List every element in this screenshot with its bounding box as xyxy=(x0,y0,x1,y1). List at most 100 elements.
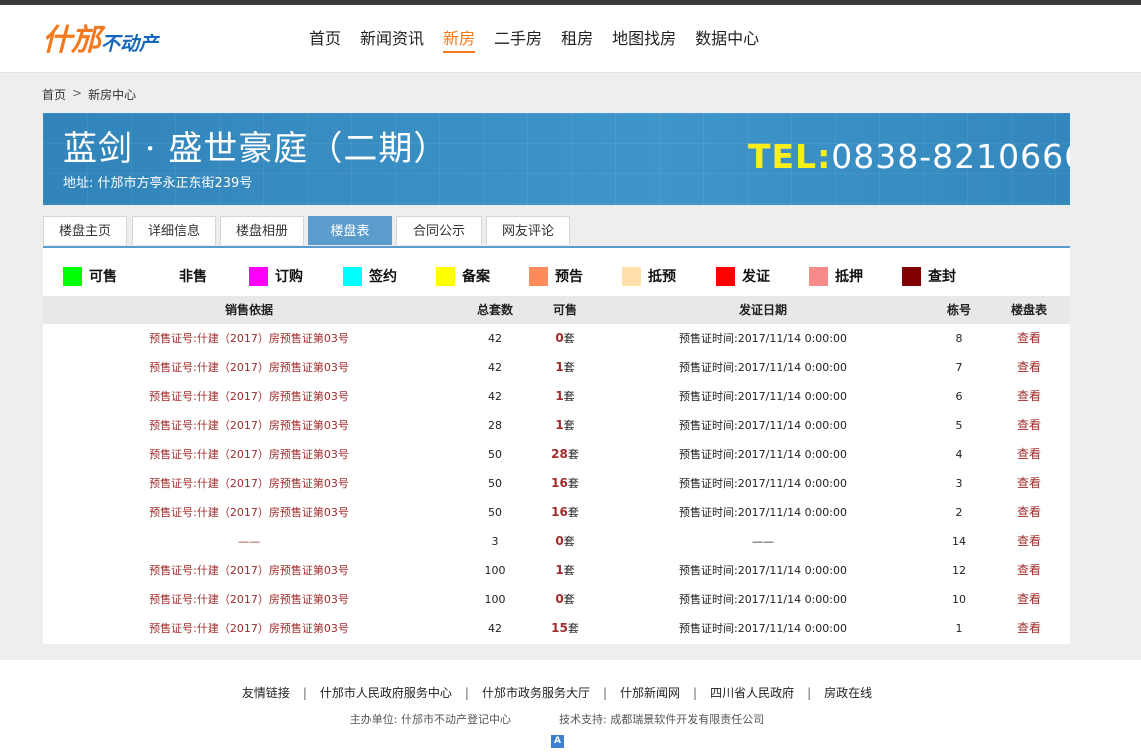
unit-label: 套 xyxy=(563,361,575,374)
issue-date: 预售证时间:2017/11/14 0:00:00 xyxy=(678,419,847,432)
nav-second-hand[interactable]: 二手房 xyxy=(494,27,542,51)
available-count: 15 xyxy=(551,621,568,635)
legend-swatch xyxy=(529,266,548,286)
nav-news[interactable]: 新闻资讯 xyxy=(360,27,424,51)
table-row: 预售证号:什建（2017）房预售证第03号 42 1套 预售证时间:2017/1… xyxy=(43,353,1070,382)
view-link[interactable]: 查看 xyxy=(999,324,1059,353)
issue-date: 预售证时间:2017/11/14 0:00:00 xyxy=(678,564,847,577)
footer-link[interactable]: 四川省人民政府 xyxy=(710,686,794,700)
issue-date: —— xyxy=(752,535,774,548)
table-header: 销售依据 总套数 可售 发证日期 栋号 楼盘表 xyxy=(43,296,1070,324)
breadcrumb-current[interactable]: 新房中心 xyxy=(88,86,136,103)
sales-basis-link[interactable]: 预售证号:什建（2017）房预售证第03号 xyxy=(43,585,455,614)
nav-data-center[interactable]: 数据中心 xyxy=(695,27,759,51)
view-link[interactable]: 查看 xyxy=(999,585,1059,614)
sales-basis-link[interactable]: 预售证号:什建（2017）房预售证第03号 xyxy=(43,382,455,411)
tab-contracts[interactable]: 合同公示 xyxy=(396,216,482,245)
view-link[interactable]: 查看 xyxy=(999,527,1059,556)
unit-label: 套 xyxy=(563,593,575,606)
breadcrumb-separator: > xyxy=(72,86,83,100)
building-number: 4 xyxy=(955,448,963,461)
footer-links-title: 友情链接 xyxy=(241,686,290,700)
sales-basis-link[interactable]: 预售证号:什建（2017）房预售证第03号 xyxy=(43,324,455,353)
header-issue-date: 发证日期 xyxy=(738,303,787,317)
tab-details[interactable]: 详细信息 xyxy=(132,216,216,245)
view-link[interactable]: 查看 xyxy=(999,440,1059,469)
table-row: 预售证号:什建（2017）房预售证第03号 42 1套 预售证时间:2017/1… xyxy=(43,382,1070,411)
sales-basis-link[interactable]: 预售证号:什建（2017）房预售证第03号 xyxy=(43,498,455,527)
view-link[interactable]: 查看 xyxy=(999,382,1059,411)
tab-project-home[interactable]: 楼盘主页 xyxy=(43,216,127,245)
table-row: 预售证号:什建（2017）房预售证第03号 50 16套 预售证时间:2017/… xyxy=(43,469,1070,498)
available-count: 1 xyxy=(555,563,564,577)
footer-separator: | xyxy=(693,686,698,700)
available-units: 0套 xyxy=(535,527,595,556)
footer-links: 友情链接 | 什邡市人民政府服务中心 | 什邡市政务服务大厅 | 什邡新闻网 | 四川省人民政府… xyxy=(0,684,1114,701)
sales-basis-link[interactable]: 预售证号:什建（2017）房预售证第03号 xyxy=(43,556,455,585)
legend-item: 抵押 xyxy=(809,266,863,286)
legend-label: 预告 xyxy=(555,269,583,285)
sales-basis-link[interactable]: 预售证号:什建（2017）房预售证第03号 xyxy=(43,440,455,469)
total-units: 42 xyxy=(488,622,502,635)
unit-label: 套 xyxy=(567,448,579,461)
total-units: 42 xyxy=(488,332,502,345)
nav-new-homes[interactable]: 新房 xyxy=(443,27,476,53)
view-link[interactable]: 查看 xyxy=(999,353,1059,382)
nav-home[interactable]: 首页 xyxy=(309,27,341,51)
certification-badge-icon[interactable]: A xyxy=(551,735,564,748)
site-logo[interactable]: 什邡 不动产 xyxy=(42,19,158,59)
available-units: 15套 xyxy=(535,614,595,643)
sales-basis-link[interactable]: 预售证号:什建（2017）房预售证第03号 xyxy=(43,411,455,440)
footer-link[interactable]: 什邡市人民政府服务中心 xyxy=(320,686,452,700)
table-row: 预售证号:什建（2017）房预售证第03号 28 1套 预售证时间:2017/1… xyxy=(43,411,1070,440)
footer-link[interactable]: 什邡市政务服务大厅 xyxy=(482,686,590,700)
tab-building-table[interactable]: 楼盘表 xyxy=(308,216,392,245)
view-link[interactable]: 查看 xyxy=(999,556,1059,585)
total-units: 3 xyxy=(491,535,499,548)
tab-comments[interactable]: 网友评论 xyxy=(486,216,570,245)
available-units: 1套 xyxy=(535,353,595,382)
sales-basis-link[interactable]: 预售证号:什建（2017）房预售证第03号 xyxy=(43,469,455,498)
legend-label: 发证 xyxy=(742,269,770,285)
header-total-units: 总套数 xyxy=(476,303,513,317)
view-link[interactable]: 查看 xyxy=(999,614,1059,643)
legend-label: 非售 xyxy=(179,269,207,285)
footer-separator: | xyxy=(602,686,608,700)
building-number: 5 xyxy=(955,419,963,432)
legend-swatch xyxy=(343,266,362,286)
available-count: 1 xyxy=(555,360,564,374)
available-units: 16套 xyxy=(535,498,595,527)
total-units: 50 xyxy=(488,506,502,519)
issue-date: 预售证时间:2017/11/14 0:00:00 xyxy=(678,622,847,635)
view-link[interactable]: 查看 xyxy=(999,469,1059,498)
site-header: 什邡 不动产 首页 新闻资讯 新房 二手房 租房 地图找房 数据中心 xyxy=(0,5,1141,73)
legend-label: 可售 xyxy=(89,269,117,285)
nav-rent[interactable]: 租房 xyxy=(561,27,593,51)
unit-label: 套 xyxy=(563,419,575,432)
nav-map-search[interactable]: 地图找房 xyxy=(612,27,676,51)
building-number: 6 xyxy=(955,390,963,403)
legend-swatch xyxy=(902,266,921,286)
view-link[interactable]: 查看 xyxy=(999,411,1059,440)
building-table-panel: 可售 非售 订购 签约 备案 预告 抵预 发证 抵押 查封 销售依据 总套数 可… xyxy=(43,248,1070,644)
footer-link[interactable]: 房政在线 xyxy=(824,686,872,700)
table-row: 预售证号:什建（2017）房预售证第03号 100 0套 预售证时间:2017/… xyxy=(43,585,1070,614)
breadcrumb: 首页 > 新房中心 xyxy=(42,86,136,103)
available-count: 1 xyxy=(555,389,564,403)
project-title: 蓝剑 · 盛世豪庭（二期） xyxy=(63,129,449,169)
legend-label: 抵预 xyxy=(648,269,676,285)
view-link[interactable]: 查看 xyxy=(999,498,1059,527)
sales-basis-link[interactable]: 预售证号:什建（2017）房预售证第03号 xyxy=(43,614,455,643)
available-count: 0 xyxy=(555,331,564,345)
available-units: 16套 xyxy=(535,469,595,498)
building-number: 14 xyxy=(952,535,966,548)
sales-basis-link[interactable]: —— xyxy=(43,527,455,556)
legend-label: 备案 xyxy=(462,269,490,285)
legend-item: 可售 xyxy=(63,266,117,286)
tab-album[interactable]: 楼盘相册 xyxy=(220,216,304,245)
breadcrumb-home[interactable]: 首页 xyxy=(42,86,66,103)
footer-link[interactable]: 什邡新闻网 xyxy=(620,686,680,700)
sales-basis-link[interactable]: 预售证号:什建（2017）房预售证第03号 xyxy=(43,353,455,382)
available-units: 0套 xyxy=(535,585,595,614)
building-number: 12 xyxy=(952,564,966,577)
